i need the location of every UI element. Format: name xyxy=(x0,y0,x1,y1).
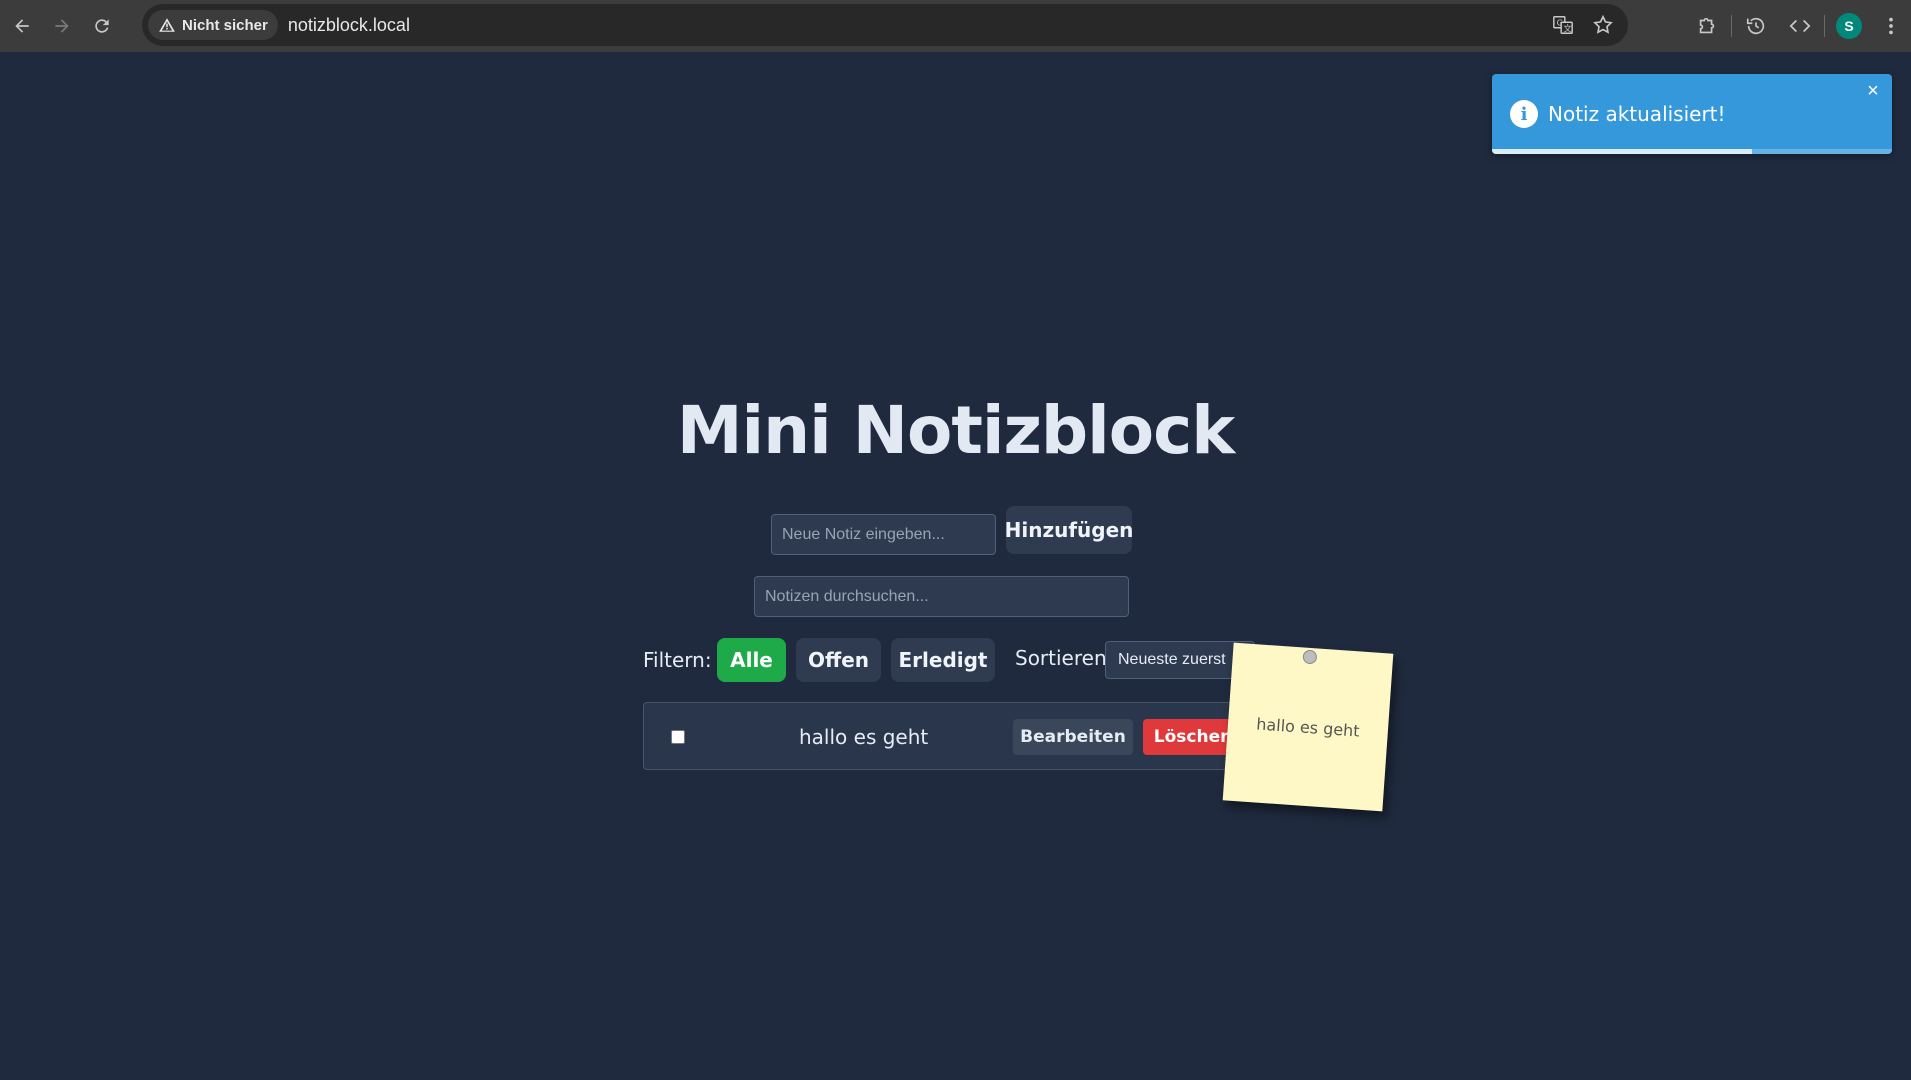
sort-select-value: Neueste zuerst xyxy=(1118,651,1226,668)
address-bar[interactable]: Nicht sicher notizblock.local G文 xyxy=(142,4,1628,46)
sort-label: Sortieren: xyxy=(1015,646,1114,670)
security-chip[interactable]: Nicht sicher xyxy=(148,10,278,40)
avatar: S xyxy=(1836,13,1862,39)
security-label: Nicht sicher xyxy=(182,16,268,34)
filter-all-button[interactable]: Alle xyxy=(717,638,786,682)
note-item: hallo es geht Bearbeiten Löschen xyxy=(643,702,1263,770)
toolbar-divider xyxy=(1824,15,1825,37)
filter-done-button[interactable]: Erledigt xyxy=(891,638,995,682)
history-button[interactable] xyxy=(1734,4,1778,48)
search-input[interactable] xyxy=(754,576,1129,617)
page-title: Mini Notizblock xyxy=(676,392,1235,469)
back-arrow-icon xyxy=(15,19,29,33)
url-text: notizblock.local xyxy=(287,14,410,35)
puzzle-icon xyxy=(1699,17,1715,34)
menu-button[interactable] xyxy=(1871,4,1911,48)
add-note-button[interactable]: Hinzufügen xyxy=(1005,506,1133,554)
toast-notification: i Notiz aktualisiert! × xyxy=(1492,74,1892,154)
info-icon: i xyxy=(1510,100,1538,128)
kebab-menu-icon xyxy=(1889,17,1893,35)
toolbar-divider xyxy=(1731,15,1732,37)
forward-arrow-icon xyxy=(55,19,69,33)
browser-toolbar: Nicht sicher notizblock.local G文 S xyxy=(0,0,1911,52)
profile-button[interactable]: S xyxy=(1827,4,1871,48)
reload-button[interactable] xyxy=(84,8,120,44)
note-done-checkbox[interactable] xyxy=(671,730,685,744)
note-text: hallo es geht xyxy=(799,725,929,749)
devtools-button[interactable] xyxy=(1778,4,1822,48)
close-icon[interactable]: × xyxy=(1862,80,1884,102)
sticky-note[interactable]: hallo es geht xyxy=(1222,642,1394,812)
warning-icon xyxy=(159,18,175,32)
sticky-note-text: hallo es geht xyxy=(1255,714,1361,741)
filter-open-button[interactable]: Offen xyxy=(796,638,881,682)
new-note-input[interactable] xyxy=(771,514,996,555)
forward-button[interactable] xyxy=(44,8,80,44)
filter-label: Filtern: xyxy=(643,648,712,672)
pin-icon xyxy=(1302,649,1318,665)
history-icon xyxy=(1746,17,1765,35)
bookmark-star-icon[interactable] xyxy=(1592,14,1614,36)
toast-progress-bar xyxy=(1492,149,1752,154)
translate-icon[interactable]: G文 xyxy=(1552,14,1574,36)
code-icon xyxy=(1789,19,1811,33)
reload-icon xyxy=(95,19,109,33)
svg-text:文: 文 xyxy=(1563,23,1571,33)
extensions-button[interactable] xyxy=(1685,4,1729,48)
toast-message: Notiz aktualisiert! xyxy=(1548,102,1726,126)
edit-button[interactable]: Bearbeiten xyxy=(1013,719,1133,755)
back-button[interactable] xyxy=(4,8,40,44)
